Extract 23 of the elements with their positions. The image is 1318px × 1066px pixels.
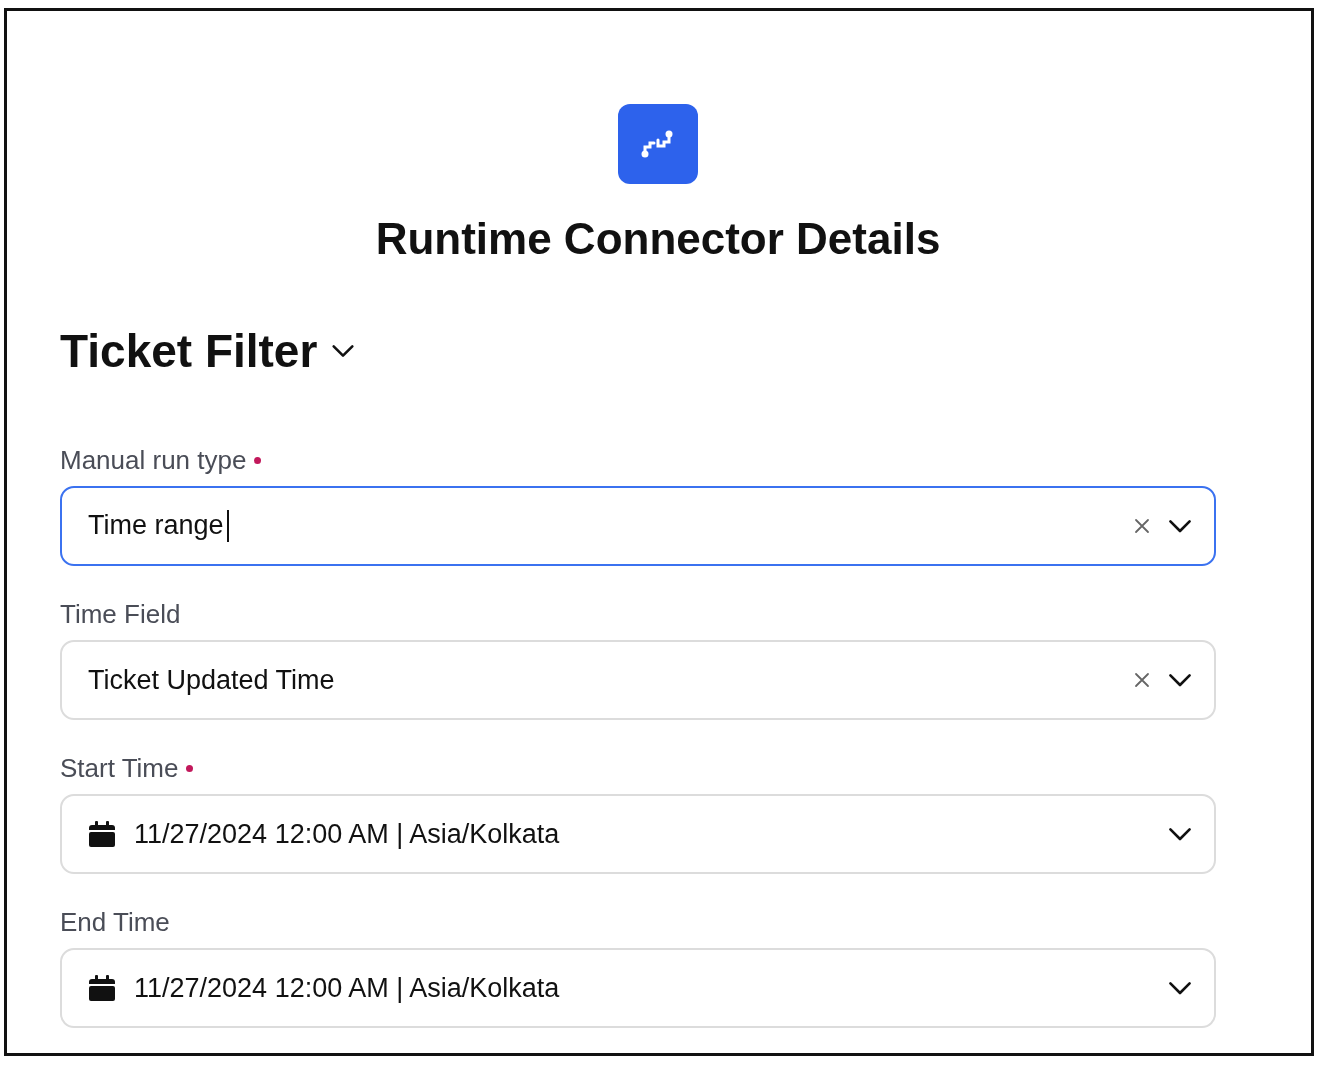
field-value: 11/27/2024 12:00 AM | Asia/Kolkata bbox=[134, 818, 561, 850]
calendar-icon bbox=[88, 820, 116, 848]
date-picker-field[interactable]: 11/27/2024 12:00 AM | Asia/Kolkata bbox=[60, 794, 1216, 874]
chevron-icon bbox=[1168, 672, 1192, 688]
select-field[interactable]: Time range bbox=[60, 486, 1216, 566]
page-title: Runtime Connector Details bbox=[375, 214, 941, 264]
field-label: Time Field bbox=[60, 598, 181, 630]
chevron-icon bbox=[1168, 980, 1192, 996]
field-label: End Time bbox=[60, 906, 170, 938]
clear-icon[interactable] bbox=[1134, 518, 1150, 534]
field-value: 11/27/2024 12:00 AM | Asia/Kolkata bbox=[134, 972, 561, 1004]
chevron-icon bbox=[1168, 518, 1192, 534]
date-picker-field[interactable]: 11/27/2024 12:00 AM | Asia/Kolkata bbox=[60, 948, 1216, 1028]
field-value: Ticket Updated Time bbox=[88, 664, 336, 696]
chevron-icon bbox=[331, 344, 356, 358]
field-label: Manual run type bbox=[60, 444, 247, 476]
section-toggle[interactable]: Ticket Filter bbox=[60, 324, 356, 378]
select-field[interactable]: Ticket Updated Time bbox=[60, 640, 1216, 720]
calendar-icon bbox=[88, 974, 116, 1002]
field-label: Start Time bbox=[60, 752, 179, 784]
chevron-icon bbox=[1168, 826, 1192, 842]
clear-icon[interactable] bbox=[1134, 672, 1150, 688]
field-value: Time range bbox=[88, 509, 1116, 543]
